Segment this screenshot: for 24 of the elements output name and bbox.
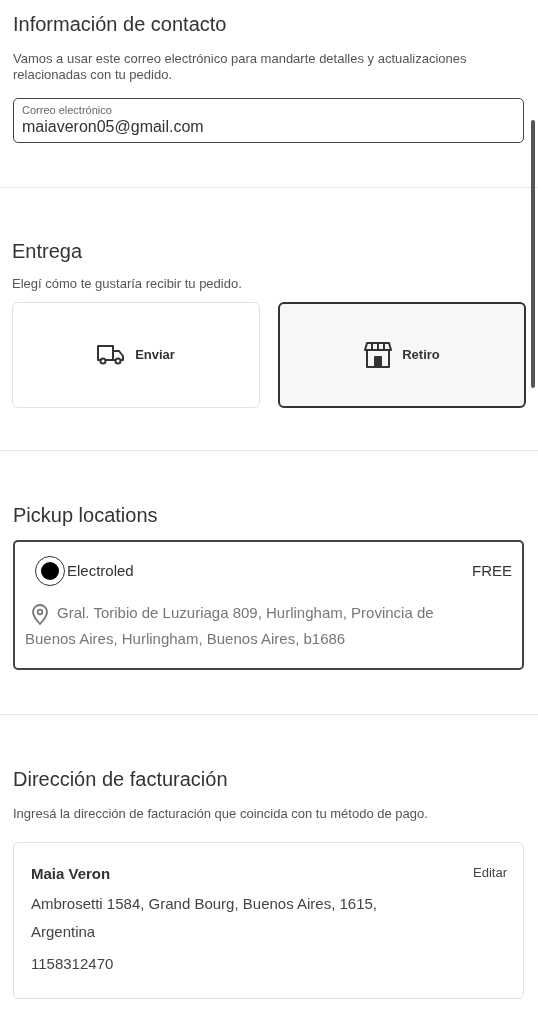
location-address: Gral. Toribio de Luzuriaga 809, Hurlingham, Provincia de Buenos Aires, Hurlingham, Buenos Aires, b1686	[25, 602, 435, 649]
section-description: Elegí cómo te gustaría recibir tu pedido.	[12, 276, 243, 292]
delivery-option[interactable]: Retiro	[278, 302, 526, 408]
edit-link[interactable]: Editar	[473, 863, 507, 883]
location-pin-icon	[31, 603, 49, 626]
truck-icon	[97, 344, 126, 366]
delivery-option[interactable]: Enviar	[12, 302, 260, 408]
scrollbar-thumb[interactable]	[531, 120, 535, 388]
section-title: Dirección de facturación	[13, 767, 229, 792]
store-icon	[364, 342, 393, 368]
field-value: maiaveron05@gmail.com	[22, 117, 205, 137]
pickup-location-card[interactable]: Electroled FREE Gral. Toribio de Luzuriaga 809, Hurlingham, Provincia de Buenos Aires, Hurlingham, Buenos Aires, b1686	[13, 540, 524, 670]
section-title: Pickup locations	[13, 503, 159, 528]
billing-address-line: 1158312470	[31, 953, 115, 974]
section-description: Ingresá la dirección de facturación que coincida con tu método de pago.	[13, 806, 429, 822]
billing-address-line: Ambrosetti 1584, Grand Bourg, Buenos Aires, 1615, Argentina	[31, 893, 379, 942]
location-price: FREE	[472, 560, 512, 581]
section-title: Entrega	[12, 239, 84, 264]
section-title: Información de contacto	[13, 12, 228, 37]
field-label: Correo electrónico	[22, 103, 113, 117]
email-field[interactable]: Correo electrónico maiaveron05@gmail.com	[13, 98, 524, 143]
section-description: Vamos a usar este correo electrónico para mandarte detalles y actualizaciones relacionadas con tu pedido.	[13, 51, 468, 83]
location-name: Electroled	[67, 560, 134, 581]
billing-name: Maia Veron	[31, 864, 111, 884]
